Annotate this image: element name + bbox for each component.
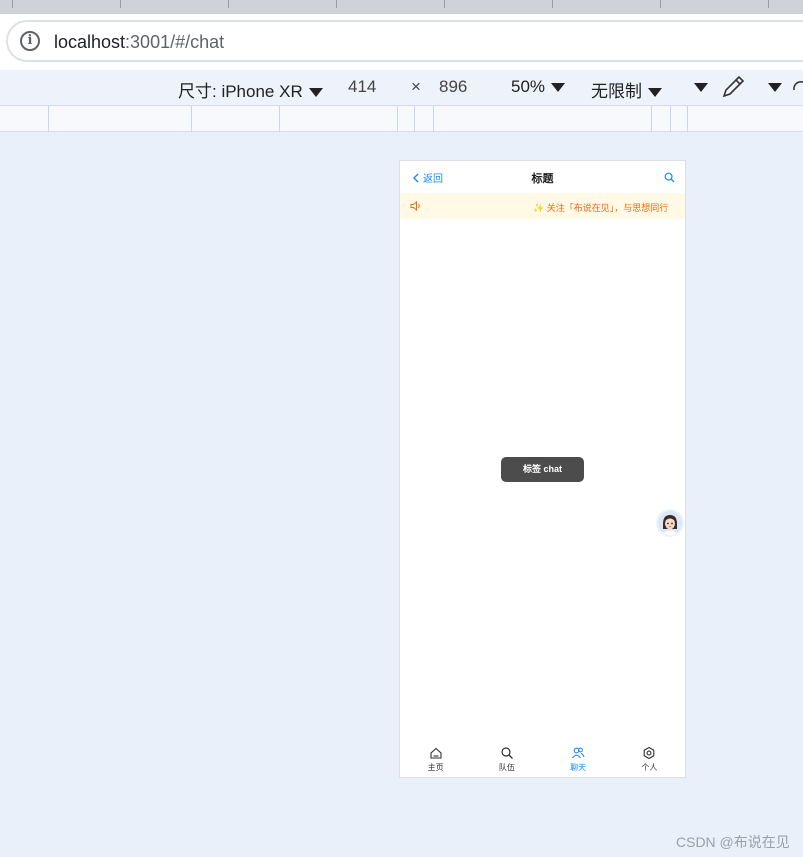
chevron-down-icon [768, 83, 782, 93]
device-viewport: 返回 标题 ✨ 关注「布说在见」，与思想同行 标签 chat 主页 队伍 聊天 … [399, 160, 686, 778]
notice-text: 关注「布说在见」，与思想同行 [546, 203, 669, 213]
toast: 标签 chat [501, 457, 584, 482]
url-text[interactable]: localhost:3001/#/chat [54, 32, 224, 53]
height-input[interactable]: 896 [439, 77, 467, 97]
tab-home[interactable]: 主页 [400, 743, 471, 777]
device-select[interactable]: 尺寸: iPhone XR [178, 77, 323, 102]
tab-team[interactable]: 队伍 [471, 743, 542, 777]
search-icon [501, 747, 513, 759]
notice-message: ✨ 关注「布说在见」，与思想同行 [533, 201, 668, 214]
search-icon[interactable] [664, 170, 675, 188]
eyedropper-icon[interactable] [720, 74, 746, 105]
device-toolbar: 尺寸: iPhone XR 414 × 896 50% 无限制 [0, 70, 803, 106]
watermark: CSDN @布说在见 [676, 834, 790, 850]
zoom-label: 50% [511, 77, 546, 96]
device-select-label: 尺寸: iPhone XR [178, 82, 303, 101]
tab-chat[interactable]: 聊天 [543, 743, 614, 777]
tab-label: 聊天 [570, 763, 587, 772]
chevron-down-icon [551, 83, 566, 93]
tab-profile[interactable]: 个人 [614, 743, 685, 777]
users-icon [572, 747, 585, 759]
tab-bar: 主页 队伍 聊天 个人 [400, 743, 685, 777]
media-query-ruler [0, 106, 803, 132]
chevron-down-icon [648, 88, 662, 98]
rotate-icon[interactable] [790, 76, 803, 103]
chevron-down-icon [308, 88, 323, 98]
throttle-select[interactable]: 无限制 [591, 77, 662, 102]
capture-dropdown[interactable] [762, 77, 782, 97]
home-icon [430, 747, 442, 759]
avatar[interactable] [658, 511, 682, 535]
tab-label: 队伍 [498, 763, 515, 772]
url-path: :3001/#/chat [125, 32, 225, 52]
nav-bar: 返回 标题 [400, 161, 685, 193]
url-input[interactable]: i localhost:3001/#/chat [6, 20, 803, 62]
throttle-label: 无限制 [591, 82, 642, 101]
address-bar: i localhost:3001/#/chat [0, 14, 803, 70]
browser-tab-strip [0, 0, 803, 14]
width-input[interactable]: 414 [348, 77, 376, 97]
zoom-select[interactable]: 50% [511, 77, 566, 97]
tab-label: 个人 [641, 763, 658, 772]
times-sign: × [411, 77, 421, 96]
sparkle-icon: ✨ [533, 203, 545, 213]
site-info-icon[interactable]: i [20, 31, 40, 51]
chevron-down-icon [694, 83, 708, 93]
volume-icon [410, 200, 422, 213]
more-options-dropdown[interactable] [688, 77, 708, 97]
page-title: 标题 [531, 173, 554, 185]
url-host: localhost [54, 32, 126, 52]
gear-icon [644, 746, 655, 760]
tab-label: 主页 [427, 763, 444, 772]
notice-bar: ✨ 关注「布说在见」，与思想同行 [400, 193, 685, 219]
